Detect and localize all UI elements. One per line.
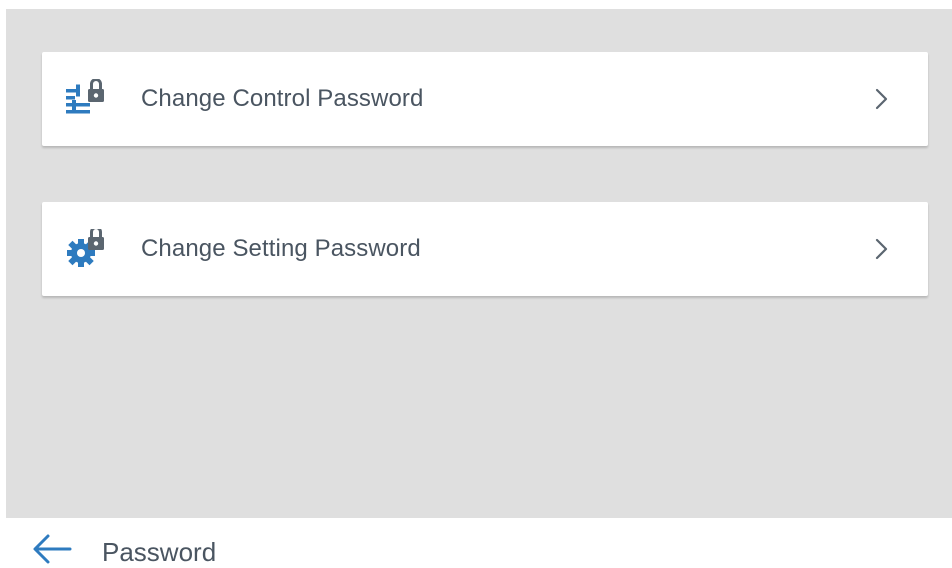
back-button[interactable] bbox=[30, 532, 74, 568]
chevron-right-icon bbox=[874, 87, 890, 111]
sliders-lock-icon bbox=[66, 79, 110, 119]
arrow-left-icon bbox=[33, 534, 72, 564]
chevron-right-icon bbox=[874, 237, 890, 261]
gear-lock-icon bbox=[66, 229, 110, 269]
change-control-password-item[interactable]: Change Control Password bbox=[42, 52, 928, 146]
page-title: Password bbox=[102, 537, 217, 567]
change-setting-password-item[interactable]: Change Setting Password bbox=[42, 202, 928, 296]
content-area: Change Control Password Change Setting P… bbox=[6, 9, 952, 518]
change-control-password-label: Change Control Password bbox=[141, 85, 424, 112]
bottom-bar: Password bbox=[0, 518, 952, 568]
password-screen: Change Control Password Change Setting P… bbox=[0, 0, 952, 568]
change-setting-password-label: Change Setting Password bbox=[141, 235, 421, 262]
